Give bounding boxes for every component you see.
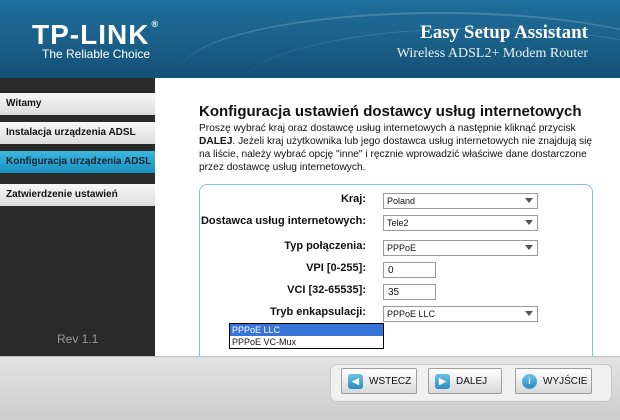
sidebar-item-adsl-configuration[interactable]: Konfiguracja urządzenia ADSL xyxy=(0,151,155,173)
app-title: Easy Setup Assistant xyxy=(420,22,588,43)
sidebar-item-adsl-installation[interactable]: Instalacja urządzenia ADSL xyxy=(0,122,155,144)
country-select-value: Poland xyxy=(387,196,416,206)
vpi-input[interactable]: 0 xyxy=(383,262,436,278)
country-select[interactable]: Poland xyxy=(383,193,538,209)
exit-button[interactable]: i WYJŚCIE xyxy=(515,368,592,394)
chevron-down-icon xyxy=(525,198,533,203)
main-content: Konfiguracja ustawień dostawcy usług int… xyxy=(155,78,620,384)
next-button[interactable]: ▶ DALEJ xyxy=(428,368,502,394)
header-banner: TP-LINK ® The Reliable Choice Easy Setup … xyxy=(0,0,620,78)
back-button-label: WSTECZ xyxy=(369,376,412,387)
next-button-label: DALEJ xyxy=(456,376,488,387)
back-button[interactable]: ◀ WSTECZ xyxy=(341,368,417,394)
isp-select[interactable]: Tele2 xyxy=(383,215,538,231)
instructions-part-2: . Jeżeli kraj użytkownika lub jego dosta… xyxy=(199,136,592,173)
arrow-left-icon: ◀ xyxy=(348,374,363,389)
vci-label: VCI [32-65535]: xyxy=(287,284,366,296)
encapsulation-select-value: PPPoE LLC xyxy=(387,309,436,319)
instructions-next-keyword: DALEJ xyxy=(199,136,233,147)
chevron-down-icon xyxy=(525,311,533,316)
dropdown-option-pppoe-vcmux[interactable]: PPPoE VC-Mux xyxy=(230,336,383,348)
arrow-right-icon: ▶ xyxy=(435,374,450,389)
instructions-text: Proszę wybrać kraj oraz dostawcę usług i… xyxy=(199,122,599,174)
sidebar-item-welcome[interactable]: Witamy xyxy=(0,93,155,115)
encapsulation-dropdown-list: PPPoE LLC PPPoE VC-Mux xyxy=(229,323,384,349)
instructions-part-1: Proszę wybrać kraj oraz dostawcę usług i… xyxy=(199,123,576,134)
info-icon: i xyxy=(522,374,537,389)
page-title: Konfiguracja ustawień dostawcy usług int… xyxy=(199,103,582,120)
dropdown-option-pppoe-llc[interactable]: PPPoE LLC xyxy=(230,324,383,336)
registered-mark: ® xyxy=(151,19,160,29)
exit-button-label: WYJŚCIE xyxy=(543,376,588,387)
connection-type-select[interactable]: PPPoE xyxy=(383,240,538,256)
brand-name: TP-LINK xyxy=(32,19,150,50)
encapsulation-label: Tryb enkapsulacji: xyxy=(270,306,366,318)
isp-label: Dostawca usług internetowych: xyxy=(200,215,366,227)
encapsulation-select[interactable]: PPPoE LLC xyxy=(383,306,538,322)
chevron-down-icon xyxy=(525,245,533,250)
vpi-label: VPI [0-255]: xyxy=(306,262,366,274)
country-label: Kraj: xyxy=(340,193,366,205)
connection-type-label: Typ połączenia: xyxy=(284,240,366,252)
sidebar: Witamy Instalacja urządzenia ADSL Konfig… xyxy=(0,78,155,356)
app-subtitle: Wireless ADSL2+ Modem Router xyxy=(396,46,588,61)
version-label: Rev 1.1 xyxy=(57,332,99,346)
chevron-down-icon xyxy=(525,220,533,225)
isp-select-value: Tele2 xyxy=(387,218,409,228)
brand-tagline: The Reliable Choice xyxy=(42,47,151,61)
isp-settings-panel: Kraj: Poland Dostawca usług internetowyc… xyxy=(199,184,593,384)
vci-input[interactable]: 35 xyxy=(383,284,436,300)
connection-type-value: PPPoE xyxy=(387,243,417,253)
sidebar-item-confirm-settings[interactable]: Zatwierdzenie ustawień xyxy=(0,184,155,206)
